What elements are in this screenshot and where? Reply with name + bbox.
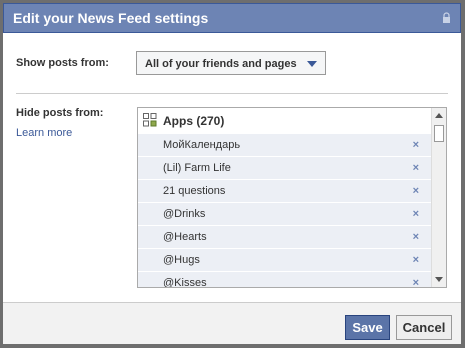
learn-more-link[interactable]: Learn more bbox=[16, 127, 72, 139]
divider bbox=[16, 93, 448, 94]
list-item-label: @Hearts bbox=[163, 231, 207, 243]
remove-icon[interactable]: × bbox=[413, 185, 419, 197]
list-item-label: @Kisses bbox=[163, 277, 207, 288]
list-item: @Drinks × bbox=[138, 202, 431, 225]
dialog-title: Edit your News Feed settings bbox=[13, 10, 209, 26]
show-posts-selected-value: All of your friends and pages bbox=[145, 58, 297, 70]
list-item-label: (Lil) Farm Life bbox=[163, 162, 231, 174]
apps-icon bbox=[143, 113, 157, 127]
hide-posts-label: Hide posts from: bbox=[16, 107, 104, 119]
dialog-titlebar: Edit your News Feed settings bbox=[3, 3, 461, 33]
dialog-footer: Save Cancel bbox=[3, 302, 461, 344]
cancel-button[interactable]: Cancel bbox=[396, 315, 452, 340]
remove-icon[interactable]: × bbox=[413, 254, 419, 266]
remove-icon[interactable]: × bbox=[413, 231, 419, 243]
scroll-up-arrow-icon[interactable] bbox=[435, 113, 443, 118]
dialog-panel: Edit your News Feed settings Show posts … bbox=[3, 3, 461, 344]
apps-group-header: Apps (270) bbox=[138, 108, 431, 133]
list-item: 21 questions × bbox=[138, 179, 431, 202]
remove-icon[interactable]: × bbox=[413, 208, 419, 220]
list-item: @Hearts × bbox=[138, 225, 431, 248]
remove-icon[interactable]: × bbox=[413, 162, 419, 174]
list-item-label: @Drinks bbox=[163, 208, 206, 220]
lock-icon bbox=[443, 12, 450, 23]
hidden-sources-list[interactable]: Apps (270) МойКалендарь × (Lil) Farm Lif… bbox=[137, 107, 447, 288]
scroll-down-arrow-icon[interactable] bbox=[435, 277, 443, 282]
remove-icon[interactable]: × bbox=[413, 277, 419, 287]
list-item: @Kisses × bbox=[138, 271, 431, 288]
scroll-thumb[interactable] bbox=[434, 125, 444, 142]
show-posts-dropdown[interactable]: All of your friends and pages bbox=[136, 51, 326, 75]
list-item-label: МойКалендарь bbox=[163, 139, 241, 151]
list-item: @Hugs × bbox=[138, 248, 431, 271]
chevron-down-icon bbox=[307, 61, 317, 67]
news-feed-settings-dialog: Edit your News Feed settings Show posts … bbox=[0, 0, 465, 348]
show-posts-label: Show posts from: bbox=[16, 57, 109, 69]
apps-group-title: Apps (270) bbox=[163, 114, 225, 128]
list-item: МойКалендарь × bbox=[138, 133, 431, 156]
list-item-label: 21 questions bbox=[163, 185, 226, 197]
remove-icon[interactable]: × bbox=[413, 139, 419, 151]
list-scrollbar[interactable] bbox=[431, 108, 446, 287]
list-item: (Lil) Farm Life × bbox=[138, 156, 431, 179]
list-item-label: @Hugs bbox=[163, 254, 200, 266]
save-button[interactable]: Save bbox=[345, 315, 390, 340]
